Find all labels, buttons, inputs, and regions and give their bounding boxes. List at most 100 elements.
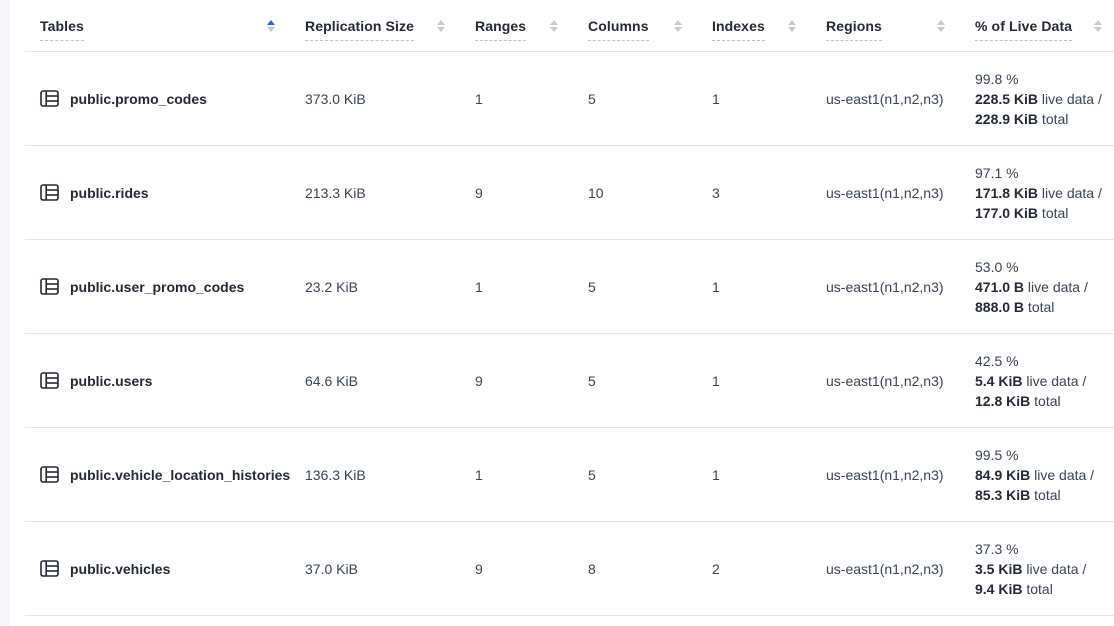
regions-cell: us-east1(n1,n2,n3) [826,279,975,295]
live-data-cell: 53.0 % 471.0 B live data / 888.0 B total [975,257,1114,317]
sort-icon[interactable] [265,18,277,34]
live-data-suffix: live data / [1024,279,1088,295]
live-data-cell: 99.8 % 228.5 KiB live data / 228.9 KiB t… [975,69,1114,129]
column-header-label: Regions [826,18,882,41]
regions-cell: us-east1(n1,n2,n3) [826,467,975,483]
total-data-value: 85.3 KiB [975,487,1030,503]
live-data-cell: 42.5 % 5.4 KiB live data / 12.8 KiB tota… [975,351,1114,411]
sort-icon[interactable] [786,18,798,34]
columns-cell: 8 [588,561,712,577]
column-header-label: Replication Size [305,18,414,41]
column-header-label: Tables [40,18,84,41]
replication-size-cell: 23.2 KiB [305,279,475,295]
total-data-suffix: total [1022,581,1052,597]
live-data-line: 471.0 B live data / [975,277,1114,297]
table-icon [40,90,59,107]
replication-size-cell: 373.0 KiB [305,91,475,107]
table-icon [40,466,59,483]
total-data-suffix: total [1030,487,1060,503]
column-header-replication-size[interactable]: Replication Size [305,18,475,34]
column-header-tables[interactable]: Tables [25,18,305,34]
column-header-ranges[interactable]: Ranges [475,18,588,34]
indexes-cell: 1 [712,373,826,389]
columns-cell: 5 [588,279,712,295]
live-data-value: 84.9 KiB [975,467,1030,483]
table-header-row: Tables Replication Size Ranges Columns I… [25,0,1114,52]
sort-icon[interactable] [435,18,447,34]
replication-size-cell: 213.3 KiB [305,185,475,201]
table-row[interactable]: public.vehicle_location_histories 136.3 … [25,428,1114,522]
replication-size-cell: 37.0 KiB [305,561,475,577]
replication-size-cell: 64.6 KiB [305,373,475,389]
ranges-cell: 1 [475,91,588,107]
table-name-link[interactable]: public.users [70,373,152,389]
column-header-regions[interactable]: Regions [826,18,975,34]
total-data-line: 12.8 KiB total [975,391,1114,411]
total-data-suffix: total [1030,393,1060,409]
column-header-label: Columns [588,18,649,41]
live-data-percent: 97.1 % [975,163,1114,183]
table-row[interactable]: public.users 64.6 KiB 9 5 1 us-east1(n1,… [25,334,1114,428]
indexes-cell: 2 [712,561,826,577]
column-header-columns[interactable]: Columns [588,18,712,34]
table-row[interactable]: public.vehicles 37.0 KiB 9 8 2 us-east1(… [25,522,1114,616]
live-data-line: 3.5 KiB live data / [975,559,1114,579]
live-data-cell: 99.5 % 84.9 KiB live data / 85.3 KiB tot… [975,445,1114,505]
column-header-label: Indexes [712,18,765,41]
live-data-cell: 37.3 % 3.5 KiB live data / 9.4 KiB total [975,539,1114,599]
live-data-percent: 42.5 % [975,351,1114,371]
live-data-cell: 97.1 % 171.8 KiB live data / 177.0 KiB t… [975,163,1114,223]
table-body: public.promo_codes 373.0 KiB 1 5 1 us-ea… [25,52,1114,616]
live-data-line: 5.4 KiB live data / [975,371,1114,391]
total-data-line: 888.0 B total [975,297,1114,317]
live-data-suffix: live data / [1038,91,1102,107]
table-name-link[interactable]: public.vehicle_location_histories [70,467,290,483]
total-data-line: 228.9 KiB total [975,109,1114,129]
live-data-percent: 53.0 % [975,257,1114,277]
live-data-percent: 37.3 % [975,539,1114,559]
sort-icon[interactable] [672,18,684,34]
column-header-indexes[interactable]: Indexes [712,18,826,34]
database-tables-page: Tables Replication Size Ranges Columns I… [0,0,1114,626]
table-name-link[interactable]: public.promo_codes [70,91,207,107]
tables-list-table: Tables Replication Size Ranges Columns I… [10,0,1114,626]
table-row[interactable]: public.rides 213.3 KiB 9 10 3 us-east1(n… [25,146,1114,240]
total-data-line: 9.4 KiB total [975,579,1114,599]
sort-icon[interactable] [935,18,947,34]
table-row[interactable]: public.promo_codes 373.0 KiB 1 5 1 us-ea… [25,52,1114,146]
total-data-value: 888.0 B [975,299,1024,315]
table-name-link[interactable]: public.rides [70,185,149,201]
table-icon [40,278,59,295]
total-data-suffix: total [1024,299,1054,315]
total-data-value: 177.0 KiB [975,205,1038,221]
live-data-value: 3.5 KiB [975,561,1022,577]
regions-cell: us-east1(n1,n2,n3) [826,561,975,577]
indexes-cell: 1 [712,467,826,483]
live-data-value: 5.4 KiB [975,373,1022,389]
total-data-value: 12.8 KiB [975,393,1030,409]
sort-icon[interactable] [548,18,560,34]
column-header-live-data[interactable]: % of Live Data [975,18,1114,34]
table-icon [40,184,59,201]
total-data-line: 85.3 KiB total [975,485,1114,505]
live-data-percent: 99.5 % [975,445,1114,465]
table-row[interactable]: public.user_promo_codes 23.2 KiB 1 5 1 u… [25,240,1114,334]
columns-cell: 10 [588,185,712,201]
table-icon [40,372,59,389]
live-data-suffix: live data / [1030,467,1094,483]
regions-cell: us-east1(n1,n2,n3) [826,91,975,107]
table-icon [40,560,59,577]
columns-cell: 5 [588,373,712,389]
table-name-link[interactable]: public.user_promo_codes [70,279,244,295]
live-data-value: 228.5 KiB [975,91,1038,107]
live-data-suffix: live data / [1022,561,1086,577]
total-data-suffix: total [1038,205,1068,221]
total-data-value: 9.4 KiB [975,581,1022,597]
indexes-cell: 3 [712,185,826,201]
regions-cell: us-east1(n1,n2,n3) [826,185,975,201]
ranges-cell: 9 [475,185,588,201]
sort-icon[interactable] [1092,18,1104,34]
regions-cell: us-east1(n1,n2,n3) [826,373,975,389]
live-data-suffix: live data / [1038,185,1102,201]
table-name-link[interactable]: public.vehicles [70,561,170,577]
